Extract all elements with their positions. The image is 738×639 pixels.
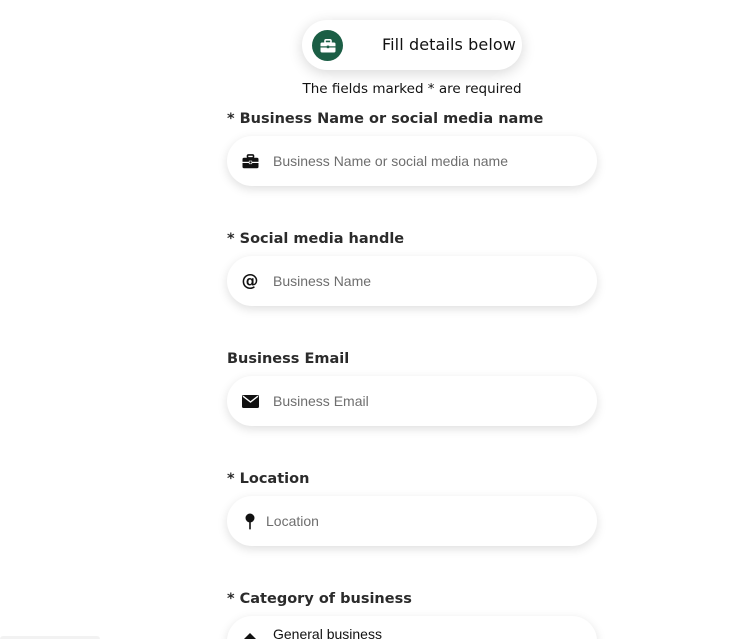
briefcase-icon (241, 152, 259, 170)
location-field[interactable] (227, 496, 597, 546)
form-header: Fill details below (302, 20, 522, 70)
category-select[interactable]: General business (227, 616, 597, 639)
business-email-field[interactable] (227, 376, 597, 426)
briefcase-icon (312, 30, 343, 61)
category-selected-value: General business (273, 626, 382, 639)
map-pin-icon (241, 512, 259, 530)
business-name-field[interactable] (227, 136, 597, 186)
business-name-label: * Business Name or social media name (227, 111, 544, 127)
business-name-input[interactable] (273, 136, 573, 186)
business-email-input[interactable] (273, 376, 573, 426)
business-email-label: Business Email (227, 351, 350, 367)
envelope-icon (241, 392, 259, 410)
location-label: * Location (227, 471, 310, 487)
social-handle-field[interactable]: @ (227, 256, 597, 306)
form-header-title: Fill details below (382, 35, 516, 54)
chevron-down-icon[interactable] (559, 634, 569, 639)
social-handle-input[interactable] (273, 256, 573, 306)
tag-icon (241, 630, 259, 639)
required-fields-note: The fields marked * are required (302, 81, 522, 97)
at-icon: @ (241, 271, 259, 291)
social-handle-label: * Social media handle (227, 231, 405, 247)
location-input[interactable] (266, 496, 566, 546)
category-label: * Category of business (227, 591, 412, 607)
business-details-form: Fill details below The fields marked * a… (0, 0, 738, 639)
